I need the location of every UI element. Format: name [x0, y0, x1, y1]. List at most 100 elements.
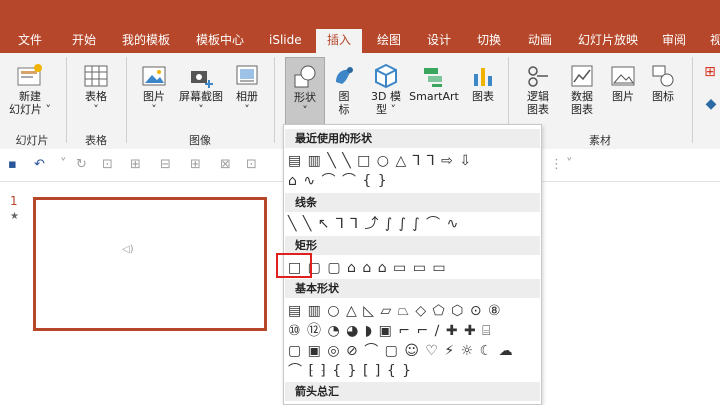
icons-icon	[336, 67, 353, 84]
new-slide-icon	[17, 64, 42, 86]
screenshot-icon	[191, 71, 213, 88]
icons-label-1: 图	[338, 90, 350, 103]
tab-insert[interactable]: 插入	[316, 29, 362, 53]
toolbar-icon[interactable]: ⊠	[220, 157, 231, 172]
slide-thumbnail[interactable]: ◁)	[33, 197, 267, 331]
shape-row-basic[interactable]: ⑩ ⑫ ◔ ◕ ◗ ▣ ⌐ ⌐ ∕ ✚ ✚ ⌸	[288, 322, 492, 340]
shapes-button[interactable]: 形状 ˅	[285, 57, 325, 125]
picture-icon	[142, 66, 166, 86]
picture-button[interactable]: 图片 ˅	[136, 62, 172, 116]
tab-home[interactable]: 开始	[72, 29, 96, 53]
logic-chart-icon	[528, 66, 548, 87]
material-icon-button[interactable]: 图标	[646, 62, 680, 103]
album-label: 相册	[236, 90, 258, 103]
3d-model-button[interactable]: 3D 模 型 ˅	[368, 62, 404, 116]
shape-row-basic[interactable]: ▤ ▥ ○ △ ◺ ▱ ⏢ ◇ ⬠ ⬡ ⊙ ⑧	[288, 302, 502, 320]
logic-chart-button[interactable]: 逻辑 图表	[520, 62, 556, 116]
tab-file[interactable]: 文件	[18, 29, 42, 53]
tab-design[interactable]: 设计	[427, 29, 451, 53]
material-icon-icon	[652, 65, 674, 87]
slide-star-icon: ★	[10, 211, 19, 222]
table-label: 表格	[85, 90, 107, 103]
chart-button[interactable]: 图表	[466, 62, 500, 103]
shape-row-recent[interactable]: ▤ ▥ ╲ ╲ □ ○ △ ⅂ ⅂ ⇨ ⇩	[288, 152, 472, 170]
icons-button[interactable]: 图 标	[330, 62, 358, 116]
tab-animations[interactable]: 动画	[528, 29, 552, 53]
logic-chart-label-1: 逻辑	[527, 90, 549, 103]
tab-islide[interactable]: iSlide	[269, 29, 302, 53]
new-slide-label-1: 新建	[19, 90, 41, 103]
section-lines: 线条	[285, 193, 540, 212]
group-label-tables: 表格	[85, 134, 107, 147]
group-separator	[66, 57, 67, 143]
group-separator	[274, 57, 275, 143]
material-picture-icon	[611, 66, 635, 86]
shape-row-lines[interactable]: ╲ ╲ ↖ ⅂ ⅂ ⤴ ∫ ∫ ∫ ⌒ ∿	[288, 215, 459, 233]
tab-slideshow[interactable]: 幻灯片放映	[578, 29, 638, 53]
album-button[interactable]: 相册 ˅	[230, 62, 264, 116]
shape-row-basic[interactable]: ⌒ ⁅ ⁆ { } [ ] { }	[288, 362, 412, 380]
tab-review[interactable]: 审阅	[662, 29, 686, 53]
shape-row-basic[interactable]: ▢ ▣ ◎ ⊘ ⌒ ▢ ☺ ♡ ⚡ ☼ ☾ ☁	[288, 342, 514, 360]
material-icon-label: 图标	[652, 90, 674, 103]
screenshot-label: 屏幕截图	[179, 90, 223, 103]
material-picture-button[interactable]: 图片	[606, 62, 640, 103]
toolbar-icon[interactable]: ⊡	[246, 157, 257, 172]
data-chart-icon	[571, 65, 593, 87]
data-chart-label-2: 图表	[571, 103, 593, 116]
group-label-slides: 幻灯片	[15, 134, 49, 147]
shapes-label: 形状	[294, 91, 316, 104]
shapes-gallery-dropdown: 最近使用的形状 ▤ ▥ ╲ ╲ □ ○ △ ⅂ ⅂ ⇨ ⇩ ⌂ ∿ ⌒ ⌒ { …	[283, 124, 542, 405]
new-slide-label-2: 幻灯片 ˅	[9, 103, 51, 116]
screenshot-dropdown-arrow: ˅	[198, 103, 204, 116]
chart-label: 图表	[472, 90, 494, 103]
new-slide-button[interactable]: 新建 幻灯片 ˅	[6, 62, 54, 116]
3d-model-label-1: 3D 模	[371, 90, 401, 103]
picture-dropdown-arrow: ˅	[151, 103, 157, 116]
table-button[interactable]: 表格 ˅	[76, 62, 116, 116]
audio-icon: ◁)	[122, 244, 134, 255]
toolbar-icon[interactable]: ⊞	[130, 157, 141, 172]
slide-number: 1	[10, 194, 18, 208]
toolbar-icon[interactable]: ⋮	[550, 157, 563, 172]
save-icon[interactable]: ▪	[8, 157, 17, 172]
rectangle-shape-highlight	[276, 253, 312, 278]
data-chart-button[interactable]: 数据 图表	[564, 62, 600, 116]
presenter-icon[interactable]: ⊡	[102, 157, 113, 172]
tab-template-center[interactable]: 模板中心	[196, 29, 244, 53]
toolbar-icon[interactable]: ⊟	[160, 157, 171, 172]
shapes-dropdown-arrow: ˅	[302, 104, 308, 117]
group-label-images: 图像	[189, 134, 211, 147]
smartart-icon	[424, 68, 442, 87]
icons-label-2: 标	[338, 103, 350, 116]
section-rectangles: 矩形	[285, 236, 540, 255]
qat-customize-icon[interactable]: ˅	[566, 157, 573, 172]
tab-view[interactable]: 视	[710, 29, 720, 53]
logic-chart-label-2: 图表	[527, 103, 549, 116]
redo-icon[interactable]: ↻	[76, 157, 87, 172]
section-arrows: 箭头总汇	[285, 382, 540, 401]
shape-row-recent[interactable]: ⌂ ∿ ⌒ ⌒ { }	[288, 172, 388, 190]
group-separator	[126, 57, 127, 143]
3d-model-label-2: 型 ˅	[376, 103, 396, 116]
group-label-material: 素材	[589, 134, 611, 147]
table-dropdown-arrow: ˅	[93, 103, 99, 116]
material-picture-label: 图片	[612, 90, 634, 103]
table-icon	[84, 65, 108, 87]
undo-icon[interactable]: ↶	[34, 157, 45, 172]
group-separator	[692, 57, 693, 143]
toolbar-icon[interactable]: ⊞	[190, 157, 201, 172]
tab-draw[interactable]: 绘图	[377, 29, 401, 53]
dropdown-arrow-icon[interactable]: ˅	[60, 157, 67, 172]
smartart-button[interactable]: SmartArt	[406, 62, 462, 103]
3d-model-icon	[375, 63, 397, 89]
section-recent-shapes: 最近使用的形状	[285, 129, 540, 148]
more-ribbon-icon[interactable]: ⊞	[700, 65, 720, 79]
tab-transitions[interactable]: 切换	[477, 29, 501, 53]
tab-my-templates[interactable]: 我的模板	[122, 29, 170, 53]
shapes-icon	[294, 65, 316, 88]
chart-icon	[474, 68, 492, 86]
screenshot-button[interactable]: 屏幕截图 ˅	[175, 62, 227, 116]
picture-label: 图片	[143, 90, 165, 103]
more-ribbon-icon-2[interactable]: ◆	[702, 97, 720, 111]
